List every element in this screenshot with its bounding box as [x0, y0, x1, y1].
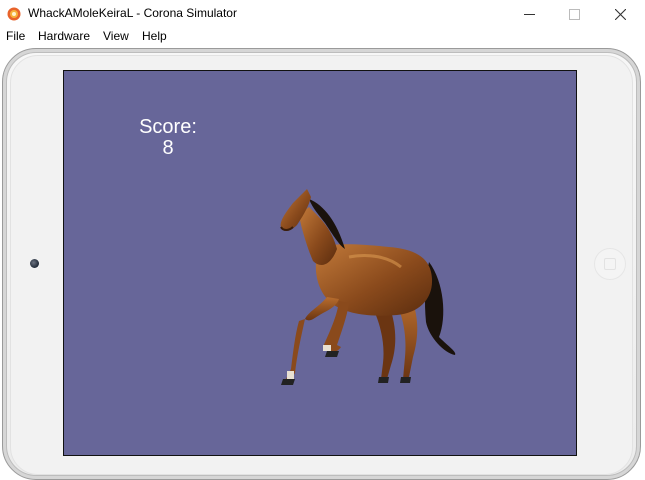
home-button-glyph — [604, 258, 616, 270]
window-title: WhackAMoleKeiraL - Corona Simulator — [28, 6, 237, 20]
menu-hardware[interactable]: Hardware — [38, 29, 90, 43]
score-label: Score: — [139, 116, 197, 138]
close-button[interactable] — [597, 0, 643, 28]
menu-bar: File Hardware View Help — [0, 28, 645, 46]
menu-help[interactable]: Help — [142, 29, 167, 43]
corona-logo-icon — [7, 7, 21, 21]
game-screen[interactable]: Score: 8 — [63, 70, 577, 456]
close-icon — [614, 8, 626, 20]
camera-icon — [30, 259, 39, 268]
maximize-button[interactable] — [551, 0, 597, 28]
maximize-icon — [568, 8, 580, 20]
horse-image[interactable] — [279, 187, 459, 402]
menu-view[interactable]: View — [103, 29, 129, 43]
minimize-button[interactable] — [506, 0, 552, 28]
home-button-icon[interactable] — [594, 248, 626, 280]
menu-file[interactable]: File — [6, 29, 25, 43]
title-bar[interactable]: WhackAMoleKeiraL - Corona Simulator — [0, 0, 645, 28]
minimize-icon — [523, 13, 535, 15]
score-value: 8 — [162, 137, 174, 159]
